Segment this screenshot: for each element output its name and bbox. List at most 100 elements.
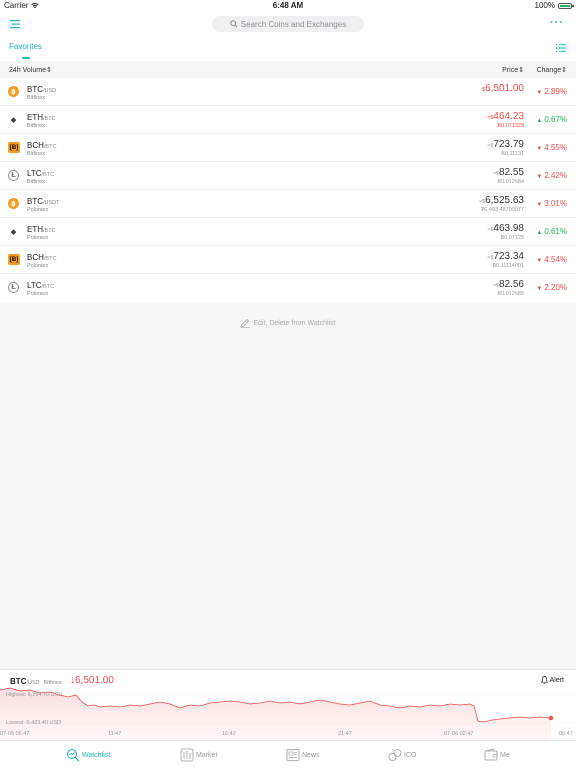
list-header: 24h Volume⇕ Price⇕ Change⇕ [0, 61, 576, 78]
edit-watchlist-button[interactable]: Edit, Delete from Watchlist [0, 318, 576, 328]
list-item[interactable]: [Ƀ] BCH/BTC Poloniex ≈$723.34 Ƀ0.11114001 ▼ 4.… [0, 246, 576, 274]
x-tick: 07-06 02:47 [444, 731, 474, 737]
x-tick: 11:47 [108, 731, 122, 737]
news-icon [286, 749, 300, 761]
coin-pair: LTC/BTC [27, 281, 55, 290]
price-value: ≈$723.34 [487, 251, 524, 262]
highest-label: Highest: 6,704.70 USD [6, 692, 63, 698]
litecoin-icon: Ł [8, 170, 19, 181]
list-item[interactable]: Ł LTC/BTC Bitfinex ≈$82.55 Ƀ0.012684 ▼ 2.42% [0, 162, 576, 190]
triangle-down-icon: ▼ [536, 286, 543, 292]
triangle-down-icon: ▼ [536, 174, 543, 180]
tab-favorites[interactable]: Favorites [9, 42, 42, 51]
market-icon [180, 748, 194, 762]
litecoin-icon: Ł [8, 282, 19, 293]
exchange-name: Bitfinex [27, 123, 46, 129]
list-item[interactable]: Ł LTC/BTC Poloniex ≈$82.56 Ƀ0.012685 ▼ 2.20% [0, 274, 576, 302]
x-tick: 21:47 [338, 731, 352, 737]
exchange-name: Poloniex [27, 235, 49, 241]
triangle-down-icon: ▼ [536, 202, 543, 208]
sort-volume-button[interactable]: 24h Volume⇕ [9, 66, 52, 74]
price-value: ≈$723.79 [487, 139, 524, 150]
coin-pair: LTC/BTC [27, 169, 55, 178]
tabs-bar: Favorites [0, 36, 576, 61]
change-percent: ▼ 2.42% [536, 171, 567, 180]
price-value: ≈$82.55 [492, 167, 524, 178]
battery-info: 100% [535, 1, 574, 10]
list-view-icon[interactable] [556, 43, 566, 53]
change-percent: ▲ 0.67% [536, 115, 567, 124]
change-percent: ▲ 0.61% [536, 227, 567, 236]
sub-price: Ƀ0.012684 [497, 179, 524, 185]
list-item[interactable]: ฿ BTC/USD Bitfinex $6,501.00 ▼ 2.89% [0, 78, 576, 106]
exchange-name: Bitfinex [27, 151, 46, 157]
filter-menu-icon[interactable] [10, 18, 22, 30]
price-value: ≈$82.56 [492, 279, 524, 290]
triangle-up-icon: ▲ [536, 118, 543, 124]
search-icon [230, 20, 238, 28]
triangle-up-icon: ▲ [536, 230, 543, 236]
exchange-name: Poloniex [27, 207, 49, 213]
edit-watchlist-label: Edit, Delete from Watchlist [253, 319, 336, 327]
status-bar: Carrier 6:48 AM 100% [0, 0, 576, 12]
price-value: ≈$464.23 [487, 111, 524, 122]
tab-watchlist[interactable]: Watchlist [66, 748, 110, 762]
x-tick: 06:47 [559, 731, 573, 737]
current-price-dot [548, 715, 554, 721]
wallet-icon [484, 748, 498, 761]
lowest-label: Lowest: 6,423.40 USD [6, 720, 62, 726]
coin-pair: BTC/USDT [27, 197, 60, 206]
coin-pair: ETH/BTC [27, 225, 56, 234]
sub-price: Ƀ0.07129 [500, 235, 524, 241]
clock: 6:48 AM [272, 1, 304, 10]
mini-chart-panel[interactable]: BTC/USD Bitfinex ↓6,501.00 Alert Highest:… [0, 669, 576, 741]
search-input[interactable]: Search Coins and Exchanges [212, 16, 364, 32]
change-percent: ▼ 4.54% [536, 255, 567, 264]
list-item[interactable]: ◆ ETH/BTC Bitfinex ≈$464.23 Ƀ0.071328 ▲ 0.67% [0, 106, 576, 134]
search-placeholder: Search Coins and Exchanges [240, 19, 347, 29]
sub-price: Ƀ0.11114001 [492, 263, 524, 269]
bitcoin-cash-icon: [Ƀ] [8, 142, 20, 153]
watchlist-rows: ฿ BTC/USD Bitfinex $6,501.00 ▼ 2.89% ◆ ETH/BTC B… [0, 78, 576, 302]
bitcoin-icon: ฿ [8, 86, 19, 97]
bottom-tab-bar: Watchlist Market News ICO Me [0, 740, 576, 768]
sub-price: Ƀ0.071328 [497, 123, 524, 129]
coin-pair: BCH/BTC [27, 141, 57, 150]
tab-news[interactable]: News [286, 748, 320, 762]
tab-ico[interactable]: ICO [388, 748, 416, 762]
chart-price: ↓6,501.00 [70, 675, 114, 686]
coin-pair: ETH/BTC [27, 113, 56, 122]
ico-icon [388, 749, 402, 761]
change-percent: ▼ 3.01% [536, 199, 567, 208]
x-tick: 07-05 06:47 [0, 731, 30, 737]
price-value: $6,501.00 [482, 83, 524, 94]
exchange-name: Poloniex [27, 291, 49, 297]
more-icon[interactable]: ··· [550, 17, 564, 29]
sort-change-button[interactable]: Change⇕ [537, 66, 567, 74]
list-item[interactable]: ◆ ETH/BTC Poloniex ≈$463.98 Ƀ0.07129 ▲ 0.61% [0, 218, 576, 246]
pencil-icon [240, 318, 250, 328]
alert-button[interactable]: Alert [540, 676, 564, 684]
top-nav: Search Coins and Exchanges ··· [0, 12, 576, 36]
price-value: ≈$463.98 [487, 223, 524, 234]
change-percent: ▼ 2.20% [536, 283, 567, 292]
sub-price: Ƀ0.012685 [497, 291, 524, 297]
exchange-name: Poloniex [27, 263, 49, 269]
bitcoin-cash-icon: [Ƀ] [8, 254, 20, 265]
sort-price-button[interactable]: Price⇕ [502, 66, 524, 74]
coin-pair: BTC/USD [27, 85, 57, 94]
battery-icon [558, 2, 574, 9]
tab-market[interactable]: Market [180, 748, 217, 762]
ethereum-icon: ◆ [10, 228, 17, 236]
triangle-down-icon: ▼ [536, 146, 543, 152]
tab-me[interactable]: Me [484, 748, 510, 762]
price-value: ≈$6,525.63 [478, 195, 524, 206]
triangle-down-icon: ▼ [536, 90, 543, 96]
tab-underline [22, 57, 30, 59]
list-item[interactable]: [Ƀ] BCH/BTC Bitfinex ≈$723.79 Ƀ0.11131 ▼ 4.55% [0, 134, 576, 162]
x-tick: 16:47 [222, 731, 236, 737]
list-item[interactable]: ฿ BTC/USDT Poloniex ≈$6,525.63 ₮6,493.487000… [0, 190, 576, 218]
price-line-chart [0, 687, 576, 741]
exchange-name: Bitfinex [27, 95, 46, 101]
chart-pair: BTC/USD Bitfinex [10, 677, 62, 686]
